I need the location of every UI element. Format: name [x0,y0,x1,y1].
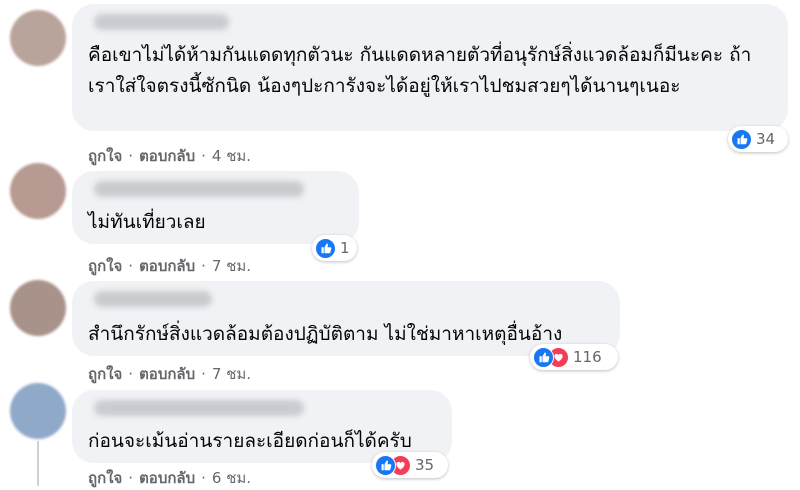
avatar[interactable] [10,383,66,439]
thumbs-up-icon [315,237,336,259]
reaction-summary[interactable]: 116 [530,344,618,370]
thumbs-up-icon [375,454,396,476]
reaction-count: 34 [756,130,776,148]
comment-bubble: คือเขาไม่ได้ห้ามกันแดดทุกตัวนะ กันแดดหลา… [72,4,788,131]
commenter-name-redacted[interactable] [94,291,212,307]
reply-button[interactable]: ตอบกลับ [139,144,195,168]
avatar[interactable] [10,280,66,336]
avatar[interactable] [10,10,66,66]
commenter-name-redacted[interactable] [94,14,229,30]
separator: · [201,469,206,487]
like-button[interactable]: ถูกใจ [88,466,122,490]
reaction-count: 35 [415,456,435,474]
comment-text: คือเขาไม่ได้ห้ามกันแดดทุกตัวนะ กันแดดหลา… [88,44,752,97]
commenter-name-redacted[interactable] [94,400,304,416]
like-button[interactable]: ถูกใจ [88,362,122,386]
like-button[interactable]: ถูกใจ [88,144,122,168]
comment-bubble: ไม่ทันเที่ยวเลย [72,171,359,244]
timestamp[interactable]: 4 ชม. [212,144,251,168]
separator: · [128,257,134,275]
avatar[interactable] [10,163,66,219]
comment-actions: ถูกใจ · ตอบกลับ · 6 ชม. [88,466,251,490]
reply-button[interactable]: ตอบกลับ [139,466,195,490]
reply-thread-line [37,441,39,486]
separator: · [128,469,134,487]
reaction-count: 1 [340,239,350,257]
comment-actions: ถูกใจ · ตอบกลับ · 7 ชม. [88,362,251,386]
thumbs-up-icon [731,128,752,150]
reaction-summary[interactable]: 34 [728,126,788,152]
separator: · [128,147,134,165]
reaction-count: 116 [573,348,602,366]
comment-text: ไม่ทันเที่ยวเลย [88,211,206,233]
reaction-summary[interactable]: 1 [312,235,357,261]
separator: · [201,257,206,275]
comment-actions: ถูกใจ · ตอบกลับ · 7 ชม. [88,254,251,278]
reply-button[interactable]: ตอบกลับ [139,254,195,278]
timestamp[interactable]: 7 ชม. [212,254,251,278]
separator: · [201,147,206,165]
timestamp[interactable]: 6 ชม. [212,466,251,490]
separator: · [201,365,206,383]
reaction-summary[interactable]: 35 [372,452,448,478]
comment-actions: ถูกใจ · ตอบกลับ · 4 ชม. [88,144,251,168]
commenter-name-redacted[interactable] [94,181,304,197]
separator: · [128,365,134,383]
thumbs-up-icon [533,346,554,368]
like-button[interactable]: ถูกใจ [88,254,122,278]
reply-button[interactable]: ตอบกลับ [139,362,195,386]
timestamp[interactable]: 7 ชม. [212,362,251,386]
